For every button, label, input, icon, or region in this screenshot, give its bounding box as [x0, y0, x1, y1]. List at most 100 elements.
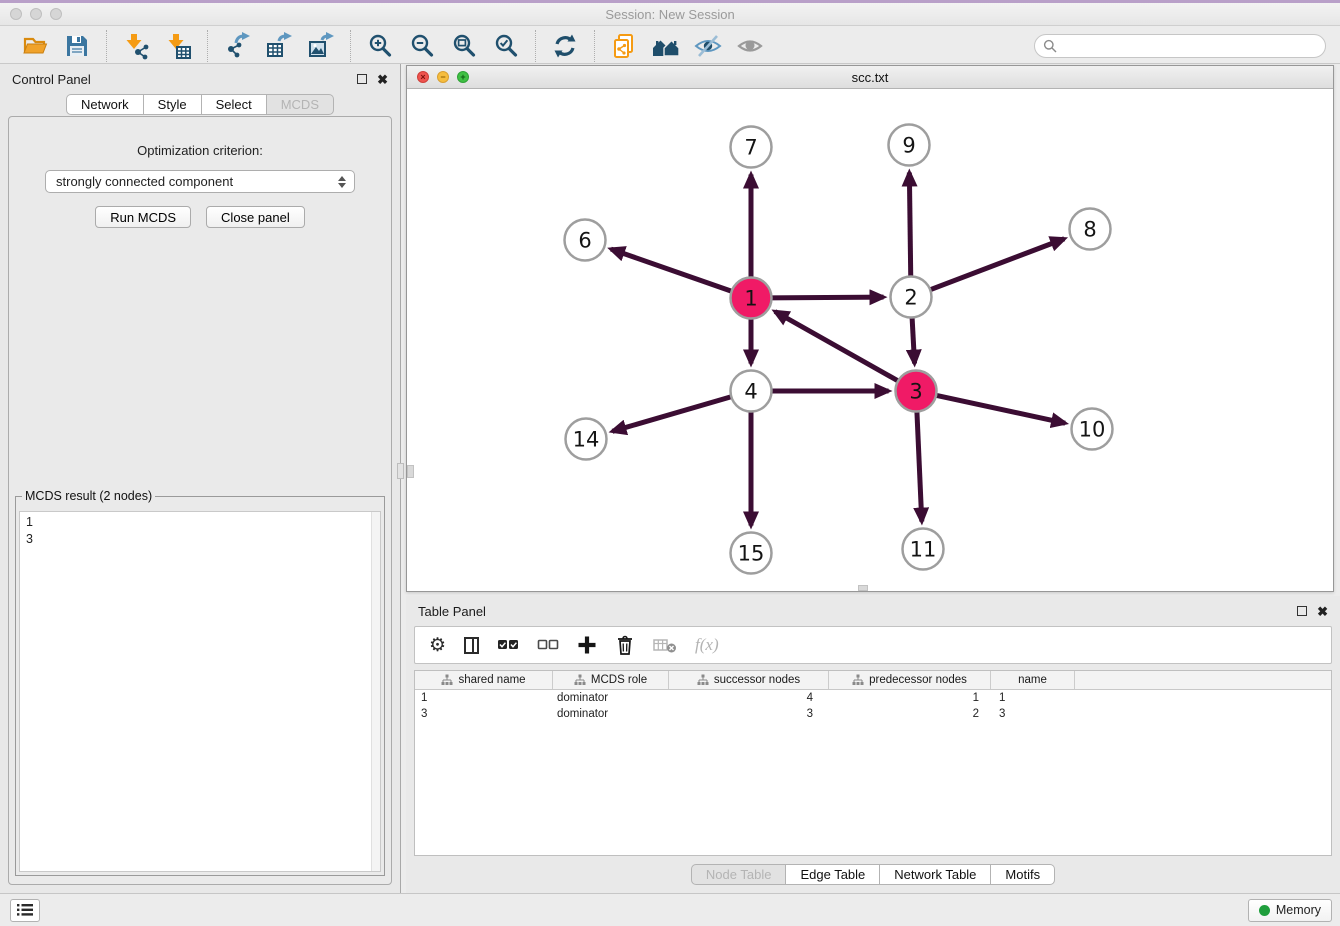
tab-edge-table[interactable]: Edge Table: [786, 864, 880, 885]
mcds-result-title: MCDS result (2 nodes): [22, 489, 155, 503]
cyndex-browser-icon[interactable]: [649, 31, 683, 61]
optimization-criterion-label: Optimization criterion:: [9, 143, 391, 158]
show-column-icon[interactable]: [464, 637, 479, 654]
tab-node-table[interactable]: Node Table: [691, 864, 787, 885]
delete-columns-icon[interactable]: [615, 634, 635, 656]
search-box[interactable]: [1034, 34, 1326, 58]
cell-successor-nodes[interactable]: 3: [669, 708, 829, 720]
edge-1-2[interactable]: [768, 297, 883, 298]
show-panels-button[interactable]: [10, 899, 40, 922]
horizontal-scroll-handle[interactable]: [858, 585, 868, 591]
table-options-gear-icon[interactable]: ⚙: [429, 636, 446, 655]
tab-motifs[interactable]: Motifs: [991, 864, 1055, 885]
cell-predecessor-nodes[interactable]: 2: [829, 708, 991, 720]
tab-network[interactable]: Network: [66, 94, 144, 115]
mcds-result-fieldset: MCDS result (2 nodes) 1 3: [15, 489, 385, 876]
node-label-11: 11: [910, 538, 937, 562]
cell-mcds-role[interactable]: dominator: [553, 708, 669, 720]
tab-network-table[interactable]: Network Table: [880, 864, 991, 885]
float-panel-icon[interactable]: [357, 74, 367, 84]
node-label-8: 8: [1083, 218, 1096, 242]
import-network-icon[interactable]: [119, 31, 153, 61]
edge-3-10[interactable]: [933, 395, 1065, 424]
tab-style[interactable]: Style: [144, 94, 202, 115]
zoom-in-icon[interactable]: [363, 31, 397, 61]
zoom-fit-icon[interactable]: [447, 31, 481, 61]
save-session-icon[interactable]: [60, 31, 94, 61]
node-label-10: 10: [1079, 418, 1106, 442]
edge-1-6[interactable]: [611, 249, 735, 292]
tab-mcds[interactable]: MCDS: [267, 94, 334, 115]
toolbar-separator: [350, 30, 351, 62]
search-input[interactable]: [1062, 39, 1325, 53]
edge-2-8[interactable]: [927, 239, 1064, 291]
table-row[interactable]: 3dominator323: [415, 706, 1331, 722]
vertical-scroll-handle[interactable]: [407, 465, 414, 478]
edge-2-9[interactable]: [909, 172, 910, 279]
table-row[interactable]: 1dominator411: [415, 690, 1331, 706]
column-header-successor-nodes[interactable]: successor nodes: [669, 671, 829, 689]
node-label-4: 4: [744, 380, 757, 404]
zoom-selected-icon[interactable]: [489, 31, 523, 61]
export-table-icon[interactable]: [262, 31, 296, 61]
edge-2-3[interactable]: [912, 314, 915, 363]
optimization-criterion-value: strongly connected component: [56, 174, 233, 189]
optimization-criterion-select[interactable]: strongly connected component: [45, 170, 355, 193]
column-label: shared name: [458, 674, 525, 686]
node-label-9: 9: [902, 134, 915, 158]
table-panel-header: Table Panel ✖: [406, 596, 1340, 626]
tab-select[interactable]: Select: [202, 94, 267, 115]
show-graphics-details-icon[interactable]: [733, 31, 767, 61]
cell-name[interactable]: 3: [991, 708, 1075, 720]
node-table-rows: 1dominator4113dominator323: [415, 690, 1331, 722]
open-session-icon[interactable]: [18, 31, 52, 61]
edge-3-1[interactable]: [775, 312, 901, 383]
cell-shared-name[interactable]: 1: [415, 692, 553, 704]
cell-name[interactable]: 1: [991, 692, 1075, 704]
column-header-name[interactable]: name: [991, 671, 1075, 689]
hide-graphics-details-icon[interactable]: [691, 31, 725, 61]
create-column-icon[interactable]: [577, 635, 597, 655]
network-view-window: × − + scc.txt 7968124314101511: [406, 65, 1334, 592]
float-table-panel-icon[interactable]: [1297, 606, 1307, 616]
run-mcds-button[interactable]: Run MCDS: [95, 206, 191, 228]
table-panel-title: Table Panel: [418, 604, 486, 619]
mcds-result-box[interactable]: 1 3: [19, 511, 381, 872]
edge-4-14[interactable]: [612, 396, 734, 431]
network-graph[interactable]: 7968124314101511: [407, 89, 1333, 591]
close-panel-icon[interactable]: ✖: [377, 73, 388, 86]
search-icon: [1043, 39, 1057, 53]
cell-mcds-role[interactable]: dominator: [553, 692, 669, 704]
column-header-mcds-role[interactable]: MCDS role: [553, 671, 669, 689]
column-label: predecessor nodes: [869, 674, 967, 686]
export-image-icon[interactable]: [304, 31, 338, 61]
column-label: successor nodes: [714, 674, 800, 686]
node-label-7: 7: [744, 136, 757, 160]
cell-shared-name[interactable]: 3: [415, 708, 553, 720]
list-icon: [16, 903, 34, 917]
select-all-columns-icon[interactable]: [497, 636, 519, 654]
select-spinner-icon: [338, 176, 346, 188]
import-from-ndex-icon[interactable]: [607, 31, 641, 61]
splitter-handle[interactable]: [397, 463, 404, 479]
edge-3-11[interactable]: [917, 408, 922, 521]
cell-predecessor-nodes[interactable]: 1: [829, 692, 991, 704]
deselect-all-columns-icon[interactable]: [537, 636, 559, 654]
network-window-titlebar[interactable]: × − + scc.txt: [407, 66, 1333, 89]
memory-button[interactable]: Memory: [1248, 899, 1332, 922]
zoom-out-icon[interactable]: [405, 31, 439, 61]
close-table-panel-icon[interactable]: ✖: [1317, 605, 1328, 618]
export-network-icon[interactable]: [220, 31, 254, 61]
status-bar: Memory: [0, 893, 1340, 926]
refresh-view-icon[interactable]: [548, 31, 582, 61]
delete-table-icon: [653, 636, 677, 654]
node-table[interactable]: shared name MCDS role successor nodes prede…: [414, 670, 1332, 856]
column-header-predecessor-nodes[interactable]: predecessor nodes: [829, 671, 991, 689]
close-panel-button[interactable]: Close panel: [206, 206, 305, 228]
result-scrollbar[interactable]: [371, 512, 380, 871]
column-header-shared-name[interactable]: shared name: [415, 671, 553, 689]
import-table-icon[interactable]: [161, 31, 195, 61]
toolbar-separator: [594, 30, 595, 62]
cell-successor-nodes[interactable]: 4: [669, 692, 829, 704]
network-canvas[interactable]: 7968124314101511: [407, 89, 1333, 591]
